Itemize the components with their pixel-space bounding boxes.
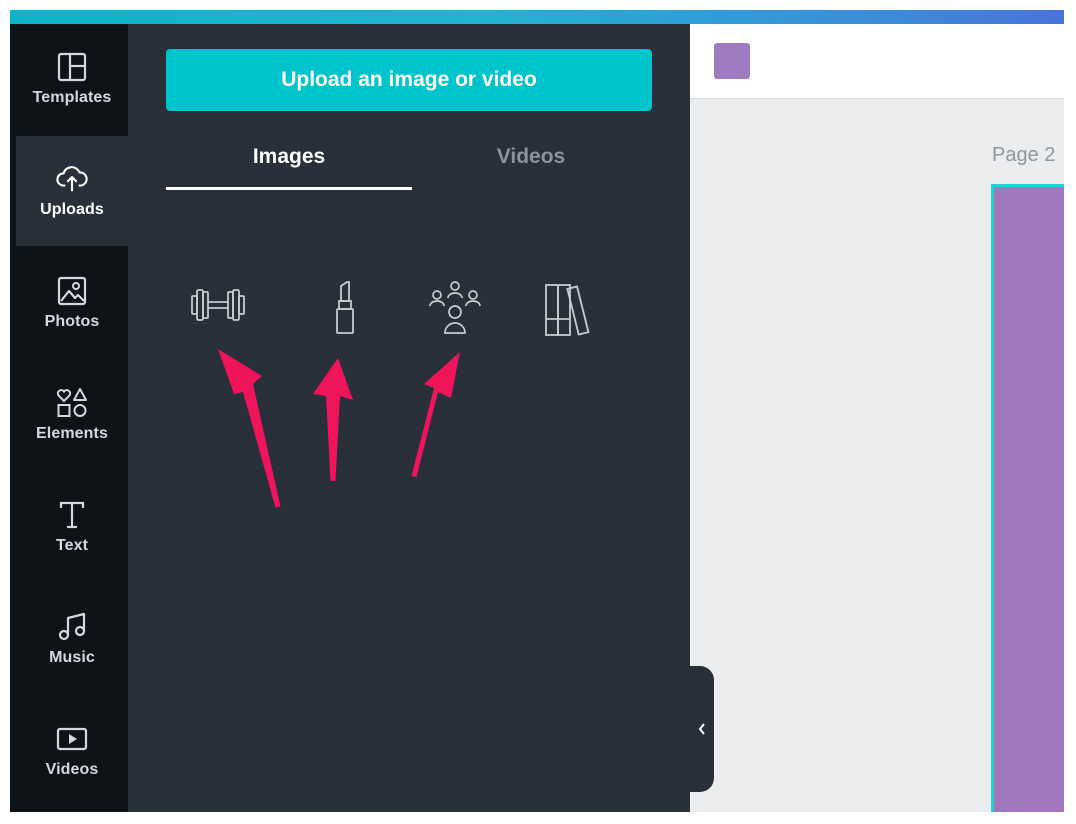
- sidebar-item-label: Music: [49, 649, 95, 666]
- tab-videos[interactable]: Videos: [408, 132, 654, 182]
- video-play-icon: [56, 723, 88, 755]
- shapes-icon: [56, 387, 88, 419]
- upload-media-button[interactable]: Upload an image or video: [166, 49, 652, 111]
- design-canvas-area: Page 2: [690, 24, 1064, 812]
- collapse-panel-button[interactable]: [690, 666, 714, 792]
- sidebar-item-text[interactable]: Text: [16, 472, 128, 582]
- templates-icon: [56, 51, 88, 83]
- sidebar-item-uploads[interactable]: Uploads: [16, 136, 128, 246]
- sidebar-item-elements[interactable]: Elements: [16, 360, 128, 470]
- sidebar-item-label: Elements: [36, 425, 108, 442]
- lipstick-icon: [336, 281, 354, 334]
- books-icon: [545, 284, 590, 336]
- sidebar-item-label: Text: [55, 537, 89, 554]
- app-window: Templates Uploads Photos Elements Text M…: [10, 10, 1064, 812]
- dumbbell-icon: [191, 289, 245, 321]
- sidebar-item-label: Uploads: [40, 201, 104, 218]
- page-label: Page 2: [992, 144, 1056, 166]
- music-note-icon: [56, 611, 88, 643]
- chevron-left-icon: [698, 723, 705, 735]
- tab-images[interactable]: Images: [166, 132, 412, 182]
- top-gradient-bar: [10, 10, 1064, 24]
- uploads-panel: Upload an image or video Images Videos: [128, 24, 690, 812]
- canvas-toolbar: [690, 24, 1064, 99]
- cloud-upload-icon: [56, 163, 88, 195]
- sidebar: Templates Uploads Photos Elements Text M…: [10, 24, 128, 812]
- design-page[interactable]: [991, 184, 1064, 812]
- sidebar-item-templates[interactable]: Templates: [16, 24, 128, 134]
- sidebar-item-label: Templates: [32, 89, 112, 106]
- image-icon: [56, 275, 88, 307]
- sidebar-item-videos[interactable]: Videos: [16, 696, 128, 806]
- active-tab-indicator: [166, 187, 412, 190]
- text-icon: [56, 499, 88, 531]
- sidebar-item-label: Videos: [45, 761, 99, 778]
- sidebar-item-label: Photos: [44, 313, 100, 330]
- sidebar-item-music[interactable]: Music: [16, 584, 128, 694]
- audience-icon: [429, 281, 481, 334]
- sidebar-item-photos[interactable]: Photos: [16, 248, 128, 358]
- color-swatch[interactable]: [714, 43, 750, 79]
